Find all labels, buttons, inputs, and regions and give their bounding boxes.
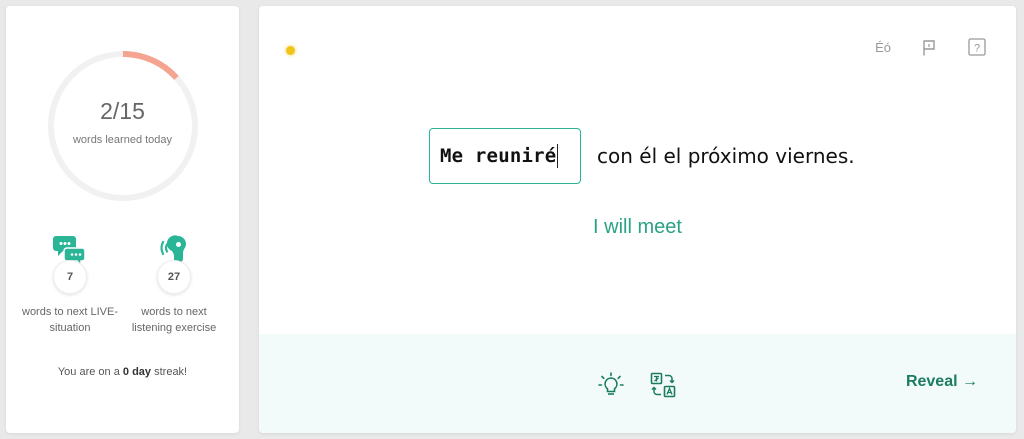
- listening-words-label: words to next listening exercise: [131, 306, 217, 334]
- progress-label: words learned today: [72, 134, 173, 146]
- live-words-count: 7: [53, 260, 87, 294]
- answer-value: Me reuniré: [440, 145, 557, 167]
- lightbulb-icon[interactable]: [598, 372, 624, 398]
- flag-icon: [923, 39, 935, 55]
- answer-input[interactable]: Me reuniré: [429, 128, 581, 184]
- hint-tools: [598, 372, 676, 398]
- text-caret: [557, 144, 559, 168]
- daily-progress-ring: [48, 51, 198, 201]
- reveal-button[interactable]: Reveal →: [906, 373, 978, 391]
- listening-stat: 27 words to next listening exercise: [124, 234, 224, 336]
- exercise-footer: Reveal →: [259, 334, 1016, 433]
- sentence-rest: con él el próximo viernes.: [597, 144, 855, 168]
- report-flag-button[interactable]: [921, 38, 938, 56]
- exercise-card: Éó ? Me reuniré con él el próximo vierne…: [259, 6, 1016, 433]
- help-icon: ?: [968, 38, 986, 56]
- accents-button[interactable]: Éó: [875, 38, 891, 56]
- streak-text: You are on a 0 day streak!: [6, 366, 239, 378]
- exercise-sentence: Me reuniré con él el próximo viernes.: [429, 128, 855, 184]
- live-situation-stat: 7 words to next LIVE-situation: [20, 234, 120, 336]
- status-dot: [286, 46, 295, 55]
- translation-hint: I will meet: [593, 216, 682, 238]
- streak-days: 0 day: [122, 366, 152, 378]
- streak-suffix: streak!: [151, 366, 188, 378]
- streak-prefix: You are on a: [57, 366, 123, 378]
- live-words-label: words to next LIVE-situation: [22, 306, 118, 334]
- listening-words-count: 27: [157, 260, 191, 294]
- translate-icon[interactable]: [650, 372, 676, 398]
- progress-count: 2/15: [100, 98, 145, 124]
- help-label: ?: [974, 43, 980, 55]
- top-toolbar: Éó ?: [875, 38, 986, 56]
- help-button[interactable]: ?: [968, 38, 986, 56]
